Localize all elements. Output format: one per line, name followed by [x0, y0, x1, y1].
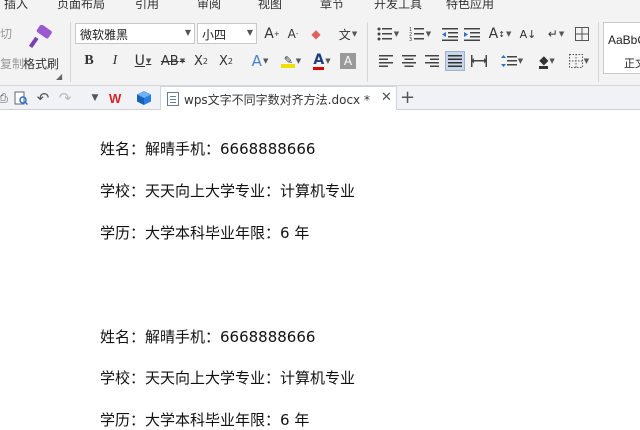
line-spacing-icon[interactable]: ▼: [498, 51, 526, 71]
document-canvas[interactable]: 姓名：解晴手机：6668888666 学校：天天向上大学专业：计算机专业 学历：…: [0, 111, 640, 429]
svg-text:3: 3: [409, 37, 412, 41]
subscript-icon[interactable]: X2: [216, 51, 236, 71]
format-painter-icon[interactable]: [26, 24, 56, 52]
table-grid-icon[interactable]: [572, 24, 592, 44]
show-marks-icon[interactable]: ↵ ▼: [543, 24, 569, 44]
shrink-font-icon[interactable]: A-: [283, 24, 303, 44]
align-left-icon[interactable]: [376, 51, 396, 71]
font-name-value: 微软雅黑: [80, 28, 129, 42]
menu-review[interactable]: 审阅: [197, 0, 221, 12]
highlight-icon[interactable]: ✎ ▼: [277, 51, 305, 71]
increase-indent-icon[interactable]: [462, 24, 482, 44]
document-tab[interactable]: wps文字不同字数对齐方法.docx * ✕: [160, 86, 397, 110]
document-line[interactable]: 姓名：解晴手机：6668888666: [100, 138, 315, 159]
menu-chapter[interactable]: 章节: [320, 0, 344, 12]
format-painter-label: 格式刷: [23, 57, 60, 71]
ribbon: 插入 页面布局 引用 审阅 视图 章节 开发工具 特色应用 切 复制 格式刷 ◢…: [0, 0, 640, 86]
document-line[interactable]: 学校：天天向上大学专业：计算机专业: [100, 367, 355, 388]
justify-icon[interactable]: [445, 51, 465, 71]
border-icon[interactable]: ▼: [565, 51, 593, 71]
font-color-icon[interactable]: A ▼: [308, 51, 336, 71]
shading-icon[interactable]: ◆ ▼: [533, 51, 561, 71]
menu-developer[interactable]: 开发工具: [374, 0, 422, 12]
copy-label: 复制: [0, 57, 25, 71]
new-tab-icon[interactable]: +: [400, 87, 415, 108]
document-line[interactable]: 学历：大学本科毕业年限：6 年: [100, 222, 309, 243]
format-painter-button[interactable]: 格式刷: [23, 55, 59, 72]
close-icon[interactable]: ✕: [381, 90, 392, 105]
text-effect-icon[interactable]: A ▼: [246, 51, 274, 71]
align-right-icon[interactable]: [422, 51, 442, 71]
cut-label: 切: [0, 27, 13, 41]
undo-icon[interactable]: ↶: [34, 89, 52, 107]
menu-view[interactable]: 视图: [258, 0, 282, 12]
bullet-list-icon[interactable]: ▼: [373, 24, 403, 44]
print-icon[interactable]: ⎙: [0, 89, 12, 107]
menu-insert[interactable]: 插入: [4, 0, 28, 12]
document-line[interactable]: 学校：天天向上大学专业：计算机专业: [100, 180, 355, 201]
document-line[interactable]: 学历：大学本科毕业年限：6 年: [100, 409, 309, 430]
grow-font-icon[interactable]: A +: [262, 24, 282, 44]
menu-page-layout[interactable]: 页面布局: [57, 0, 105, 12]
customize-dropdown-icon[interactable]: ▼: [86, 89, 104, 107]
bold-icon[interactable]: B: [79, 51, 99, 71]
chevron-down-icon: ▼: [184, 28, 191, 37]
document-icon: [167, 92, 179, 106]
change-case-icon[interactable]: A ↕ ▼: [486, 24, 514, 44]
italic-icon[interactable]: I: [105, 51, 125, 71]
underline-icon[interactable]: U ▼: [128, 51, 158, 71]
cube-app-icon[interactable]: [135, 89, 153, 107]
wps-logo-icon[interactable]: W: [109, 89, 127, 107]
distribute-icon[interactable]: [469, 51, 489, 71]
align-center-icon[interactable]: [399, 51, 419, 71]
document-tab-title: wps文字不同字数对齐方法.docx *: [184, 93, 370, 107]
style-preview: AaBbC: [608, 33, 640, 47]
style-gallery[interactable]: AaBbC 正文: [603, 22, 640, 74]
redo-icon[interactable]: ↷: [56, 89, 74, 107]
phonetic-guide-icon[interactable]: 文 ▼: [333, 24, 363, 44]
separator: [367, 22, 368, 82]
superscript-icon[interactable]: X2: [191, 51, 211, 71]
quick-access-bar: ⎙ ↶ ↷ ▼ W wps文字不同字数对齐方法.docx * ✕ +: [0, 86, 640, 110]
sort-icon[interactable]: A↓: [518, 24, 538, 44]
document-line[interactable]: 姓名：解晴手机：6668888666: [100, 326, 315, 347]
clear-format-icon[interactable]: ◆: [306, 24, 326, 44]
style-normal-label: 正文: [624, 57, 640, 70]
decrease-indent-icon[interactable]: [440, 24, 460, 44]
font-name-select[interactable]: 微软雅黑 ▼: [75, 23, 195, 44]
separator: [598, 22, 599, 82]
font-size-value: 小四: [202, 28, 227, 42]
numbered-list-icon[interactable]: 1 2 3 ▼: [405, 24, 435, 44]
chevron-down-icon: ▼: [246, 28, 253, 37]
menu-bar: 插入 页面布局 引用 审阅 视图 章节 开发工具 特色应用: [0, 0, 640, 11]
font-size-select[interactable]: 小四 ▼: [197, 23, 257, 44]
char-shading-icon[interactable]: A: [340, 53, 356, 69]
separator: [70, 22, 71, 82]
menu-special[interactable]: 特色应用: [446, 0, 494, 12]
svg-text:W: W: [109, 91, 122, 105]
strikethrough-icon[interactable]: AB ▼: [160, 51, 186, 71]
clipboard-launcher-icon[interactable]: ◢: [56, 72, 62, 81]
copy-button[interactable]: 复制: [0, 55, 24, 72]
print-preview-icon[interactable]: [12, 89, 30, 107]
cut-button[interactable]: 切: [0, 25, 12, 42]
menu-references[interactable]: 引用: [135, 0, 159, 12]
